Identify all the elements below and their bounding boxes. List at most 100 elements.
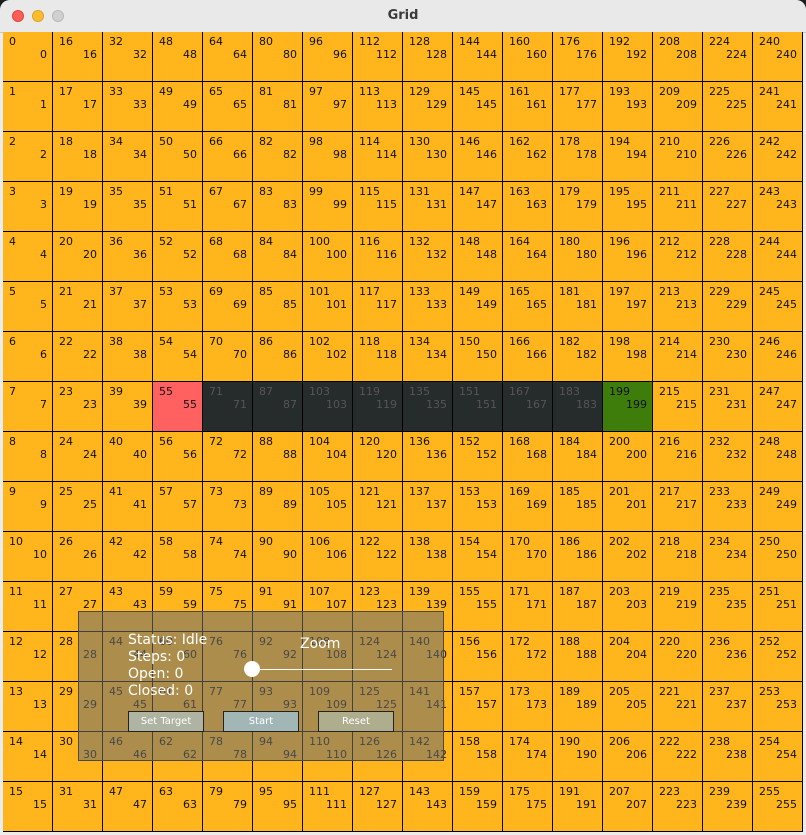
grid-cell[interactable]: 216 216 bbox=[653, 432, 702, 481]
grid-cell[interactable]: 37 37 bbox=[103, 282, 152, 331]
grid-cell[interactable]: 210 210 bbox=[653, 132, 702, 181]
grid-cell[interactable]: 235 235 bbox=[703, 582, 752, 631]
grid-cell[interactable]: 132 132 bbox=[403, 232, 452, 281]
grid-cell[interactable]: 158 158 bbox=[453, 732, 502, 781]
grid-cell[interactable]: 177 177 bbox=[553, 82, 602, 131]
grid-cell[interactable]: 63 63 bbox=[153, 782, 202, 831]
grid-cell[interactable]: 223 223 bbox=[653, 782, 702, 831]
grid-cell[interactable]: 129 129 bbox=[403, 82, 452, 131]
grid-cell[interactable]: 238 238 bbox=[703, 732, 752, 781]
grid-cell[interactable]: 97 97 bbox=[303, 82, 352, 131]
grid-cell[interactable]: 168 168 bbox=[503, 432, 552, 481]
grid-cell[interactable]: 32 32 bbox=[103, 32, 152, 81]
grid-cell[interactable]: 33 bbox=[3, 182, 52, 231]
grid-cell[interactable]: 74 74 bbox=[203, 532, 252, 581]
grid-cell[interactable]: 243 243 bbox=[753, 182, 802, 231]
grid-cell[interactable]: 227 227 bbox=[703, 182, 752, 231]
grid-cell[interactable]: 213 213 bbox=[653, 282, 702, 331]
grid-cell[interactable]: 157 157 bbox=[453, 682, 502, 731]
grid-cell[interactable]: 22 bbox=[3, 132, 52, 181]
grid-cell[interactable]: 00 bbox=[3, 32, 52, 81]
grid-cell[interactable]: 151 151 bbox=[453, 382, 502, 431]
grid-cell[interactable]: 242 242 bbox=[753, 132, 802, 181]
grid-cell[interactable]: 250 250 bbox=[753, 532, 802, 581]
grid-cell[interactable]: 57 57 bbox=[153, 482, 202, 531]
grid-cell[interactable]: 137 137 bbox=[403, 482, 452, 531]
grid-cell[interactable]: 36 36 bbox=[103, 232, 152, 281]
grid-cell[interactable]: 77 bbox=[3, 382, 52, 431]
grid-cell[interactable]: 202 202 bbox=[603, 532, 652, 581]
grid-cell[interactable]: 121 121 bbox=[353, 482, 402, 531]
grid-cell[interactable]: 144 144 bbox=[453, 32, 502, 81]
grid-cell[interactable]: 233 233 bbox=[703, 482, 752, 531]
grid-cell[interactable]: 150 150 bbox=[453, 332, 502, 381]
grid-cell[interactable]: 175 175 bbox=[503, 782, 552, 831]
grid-cell[interactable]: 245 245 bbox=[753, 282, 802, 331]
grid-cell[interactable]: 47 47 bbox=[103, 782, 152, 831]
grid-cell[interactable]: 106 106 bbox=[303, 532, 352, 581]
grid-cell[interactable]: 182 182 bbox=[553, 332, 602, 381]
grid-cell[interactable]: 225 225 bbox=[703, 82, 752, 131]
grid-cell[interactable]: 226 226 bbox=[703, 132, 752, 181]
grid-cell[interactable]: 200 200 bbox=[603, 432, 652, 481]
grid-cell[interactable]: 251 251 bbox=[753, 582, 802, 631]
grid-cell[interactable]: 155 155 bbox=[453, 582, 502, 631]
grid-cell[interactable]: 167 167 bbox=[503, 382, 552, 431]
grid-cell[interactable]: 79 79 bbox=[203, 782, 252, 831]
grid-cell[interactable]: 187 187 bbox=[553, 582, 602, 631]
grid-cell[interactable]: 205 205 bbox=[603, 682, 652, 731]
grid-cell[interactable]: 185 185 bbox=[553, 482, 602, 531]
grid-cell[interactable]: 247 247 bbox=[753, 382, 802, 431]
grid-cell[interactable]: 253 253 bbox=[753, 682, 802, 731]
grid-cell[interactable]: 21 21 bbox=[53, 282, 102, 331]
grid-cell[interactable]: 70 70 bbox=[203, 332, 252, 381]
grid-cell[interactable]: 98 98 bbox=[303, 132, 352, 181]
grid-cell[interactable]: 51 51 bbox=[153, 182, 202, 231]
grid-cell[interactable]: 190 190 bbox=[553, 732, 602, 781]
grid-cell[interactable]: 147 147 bbox=[453, 182, 502, 231]
grid-cell[interactable]: 194 194 bbox=[603, 132, 652, 181]
grid-cell[interactable]: 184 184 bbox=[553, 432, 602, 481]
grid-cell[interactable]: 146 146 bbox=[453, 132, 502, 181]
grid-cell[interactable]: 23 23 bbox=[53, 382, 102, 431]
grid-cell[interactable]: 127 127 bbox=[353, 782, 402, 831]
grid-cell[interactable]: 218 218 bbox=[653, 532, 702, 581]
grid-cell[interactable]: 95 95 bbox=[253, 782, 302, 831]
grid-cell[interactable]: 186 186 bbox=[553, 532, 602, 581]
grid-cell[interactable]: 39 39 bbox=[103, 382, 152, 431]
grid-cell[interactable]: 156 156 bbox=[453, 632, 502, 681]
grid-cell[interactable]: 72 72 bbox=[203, 432, 252, 481]
grid-cell[interactable]: 80 80 bbox=[253, 32, 302, 81]
grid-cell[interactable]: 237 237 bbox=[703, 682, 752, 731]
grid-cell[interactable]: 228 228 bbox=[703, 232, 752, 281]
grid-cell[interactable]: 67 67 bbox=[203, 182, 252, 231]
grid-cell[interactable]: 65 65 bbox=[203, 82, 252, 131]
grid-cell[interactable]: 211 211 bbox=[653, 182, 702, 231]
grid-cell[interactable]: 219 219 bbox=[653, 582, 702, 631]
grid-cell[interactable]: 66 66 bbox=[203, 132, 252, 181]
grid-cell[interactable]: 161 161 bbox=[503, 82, 552, 131]
grid-cell[interactable]: 10 10 bbox=[3, 532, 52, 581]
reset-button[interactable]: Reset bbox=[318, 711, 394, 732]
grid-cell[interactable]: 222 222 bbox=[653, 732, 702, 781]
grid-cell[interactable]: 11 11 bbox=[3, 582, 52, 631]
grid-cell[interactable]: 100 100 bbox=[303, 232, 352, 281]
grid-cell[interactable]: 212 212 bbox=[653, 232, 702, 281]
grid-cell[interactable]: 16 16 bbox=[53, 32, 102, 81]
grid-cell[interactable]: 49 49 bbox=[153, 82, 202, 131]
grid-cell[interactable]: 90 90 bbox=[253, 532, 302, 581]
grid-cell[interactable]: 54 54 bbox=[153, 332, 202, 381]
grid-cell[interactable]: 119 119 bbox=[353, 382, 402, 431]
grid-cell[interactable]: 55 bbox=[3, 282, 52, 331]
grid-cell[interactable]: 135 135 bbox=[403, 382, 452, 431]
grid-cell[interactable]: 20 20 bbox=[53, 232, 102, 281]
grid-cell[interactable]: 122 122 bbox=[353, 532, 402, 581]
grid-cell[interactable]: 214 214 bbox=[653, 332, 702, 381]
grid-cell[interactable]: 240 240 bbox=[753, 32, 802, 81]
grid-cell[interactable]: 31 31 bbox=[53, 782, 102, 831]
grid-cell[interactable]: 115 115 bbox=[353, 182, 402, 231]
grid-cell[interactable]: 69 69 bbox=[203, 282, 252, 331]
grid-cell[interactable]: 232 232 bbox=[703, 432, 752, 481]
grid-cell[interactable]: 193 193 bbox=[603, 82, 652, 131]
grid-cell[interactable]: 112 112 bbox=[353, 32, 402, 81]
